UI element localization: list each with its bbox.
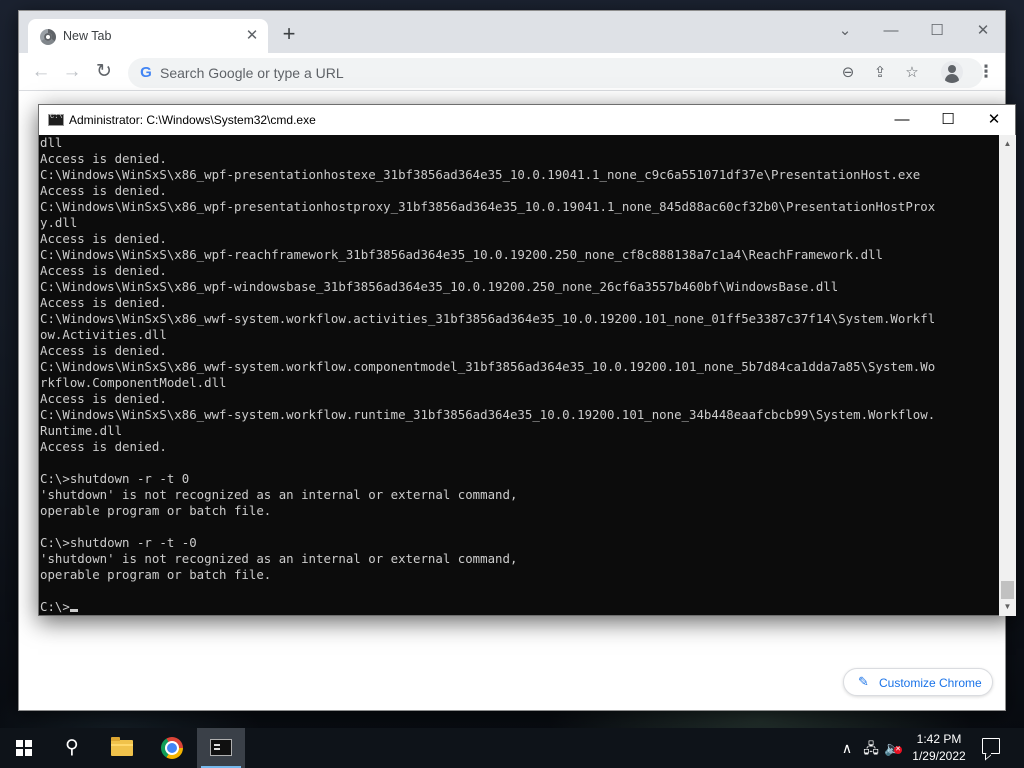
start-button[interactable]: [0, 728, 48, 768]
taskbar-search-button[interactable]: ⚲: [48, 728, 96, 768]
maximize-button[interactable]: ☐: [917, 17, 957, 45]
console-line: dll: [40, 135, 63, 150]
close-button[interactable]: ✕: [963, 17, 1003, 45]
console-line: Access is denied.: [40, 391, 167, 406]
omnibox[interactable]: G ⊖ ⇪ ☆: [128, 58, 983, 88]
taskbar-cmd[interactable]: [197, 728, 245, 768]
chrome-favicon-icon: [40, 29, 56, 45]
console-line: 'shutdown' is not recognized as an inter…: [40, 487, 518, 502]
system-clock[interactable]: 1:42 PM 1/29/2022: [906, 731, 972, 765]
taskbar-chrome[interactable]: [148, 728, 196, 768]
clock-time: 1:42 PM: [916, 732, 962, 746]
customize-chrome-label: Customize Chrome: [879, 676, 982, 690]
console-line: C:\>shutdown -r -t -0: [40, 535, 197, 550]
tab-search-icon[interactable]: ⌄: [825, 17, 865, 45]
pencil-icon: ✎: [858, 674, 869, 689]
taskbar: ⚲ ∧ 🖧 🔈 ✕ 1:42 PM 1/29/2022: [0, 728, 1024, 768]
action-center-icon[interactable]: [982, 738, 1000, 754]
console-line: Access is denied.: [40, 183, 167, 198]
console-line: Access is denied.: [40, 295, 167, 310]
bookmark-star-icon[interactable]: ☆: [902, 63, 922, 83]
customize-chrome-button[interactable]: ✎ Customize Chrome: [843, 668, 993, 696]
search-icon: ⚲: [65, 737, 79, 758]
mute-badge-icon: ✕: [894, 746, 902, 754]
cmd-minimize-button[interactable]: —: [879, 105, 925, 135]
taskbar-file-explorer[interactable]: [98, 728, 146, 768]
console-line: C:\Windows\WinSxS\x86_wpf-presentationho…: [40, 199, 936, 214]
windows-logo-icon: [16, 740, 32, 756]
console-output[interactable]: dll Access is denied. C:\Windows\WinSxS\x8…: [39, 135, 999, 615]
cmd-window-title: Administrator: C:\Windows\System32\cmd.e…: [69, 113, 316, 127]
tab-close-icon[interactable]: ✕: [244, 28, 260, 44]
folder-icon: [111, 737, 133, 756]
address-input[interactable]: [160, 63, 800, 83]
console-line: C:\Windows\WinSxS\x86_wpf-reachframework…: [40, 247, 883, 262]
cmd-maximize-button[interactable]: ☐: [925, 105, 971, 135]
console-line: operable program or batch file.: [40, 503, 272, 518]
cmd-scrollbar[interactable]: ▲ ▼: [999, 135, 1016, 616]
tab-strip: New Tab ✕ + ⌄ — ☐ ✕: [19, 11, 1005, 53]
tab-new-tab[interactable]: New Tab ✕: [28, 19, 268, 53]
zoom-icon[interactable]: ⊖: [838, 63, 858, 83]
console-prompt-line[interactable]: C:\>: [39, 599, 999, 615]
profile-avatar-icon[interactable]: [941, 61, 963, 83]
chrome-menu-icon[interactable]: ⋮: [976, 60, 996, 84]
reload-icon[interactable]: ↻: [92, 60, 116, 84]
console-line: C:\Windows\WinSxS\x86_wwf-system.workflo…: [40, 407, 936, 422]
network-icon[interactable]: 🖧: [862, 738, 880, 758]
console-prompt: C:\>: [40, 599, 70, 614]
console-line: rkflow.ComponentModel.dll: [40, 375, 227, 390]
console-line: Access is denied.: [40, 439, 167, 454]
text-cursor: [69, 609, 78, 612]
console-line: C:\Windows\WinSxS\x86_wpf-presentationho…: [40, 167, 921, 182]
cmd-close-button[interactable]: ✕: [971, 105, 1017, 135]
cmd-titlebar[interactable]: Administrator: C:\Windows\System32\cmd.e…: [39, 105, 1015, 135]
console-line: Access is denied.: [40, 151, 167, 166]
cmd-icon: [210, 739, 232, 756]
scrollbar-thumb[interactable]: [1001, 581, 1014, 599]
console-line: y.dll: [40, 215, 78, 230]
cmd-app-icon: [48, 113, 64, 126]
console-line: operable program or batch file.: [40, 567, 272, 582]
new-tab-button[interactable]: +: [277, 23, 301, 47]
console-line: Runtime.dll: [40, 423, 123, 438]
cmd-window: Administrator: C:\Windows\System32\cmd.e…: [38, 104, 1016, 616]
tab-title: New Tab: [63, 29, 112, 43]
forward-icon[interactable]: →: [60, 60, 84, 84]
console-line: Access is denied.: [40, 231, 167, 246]
scroll-up-icon[interactable]: ▲: [999, 135, 1016, 152]
minimize-button[interactable]: —: [871, 17, 911, 45]
console-line: C:\>shutdown -r -t 0: [40, 471, 190, 486]
back-icon[interactable]: ←: [29, 60, 53, 84]
console-line: 'shutdown' is not recognized as an inter…: [40, 551, 518, 566]
console-line: C:\Windows\WinSxS\x86_wwf-system.workflo…: [40, 311, 936, 326]
console-line: C:\Windows\WinSxS\x86_wpf-windowsbase_31…: [40, 279, 839, 294]
chrome-icon: [161, 737, 183, 759]
share-icon[interactable]: ⇪: [870, 63, 890, 83]
console-line: Access is denied.: [40, 263, 167, 278]
console-line: C:\Windows\WinSxS\x86_wwf-system.workflo…: [40, 359, 936, 374]
tray-chevron-icon[interactable]: ∧: [838, 738, 856, 758]
clock-date: 1/29/2022: [912, 749, 966, 763]
console-line: ow.Activities.dll: [40, 327, 167, 342]
browser-toolbar: ← → ↻ G ⊖ ⇪ ☆ ⋮: [19, 53, 1005, 91]
console-line: Access is denied.: [40, 343, 167, 358]
google-icon: G: [140, 64, 152, 81]
scroll-down-icon[interactable]: ▼: [999, 598, 1016, 615]
